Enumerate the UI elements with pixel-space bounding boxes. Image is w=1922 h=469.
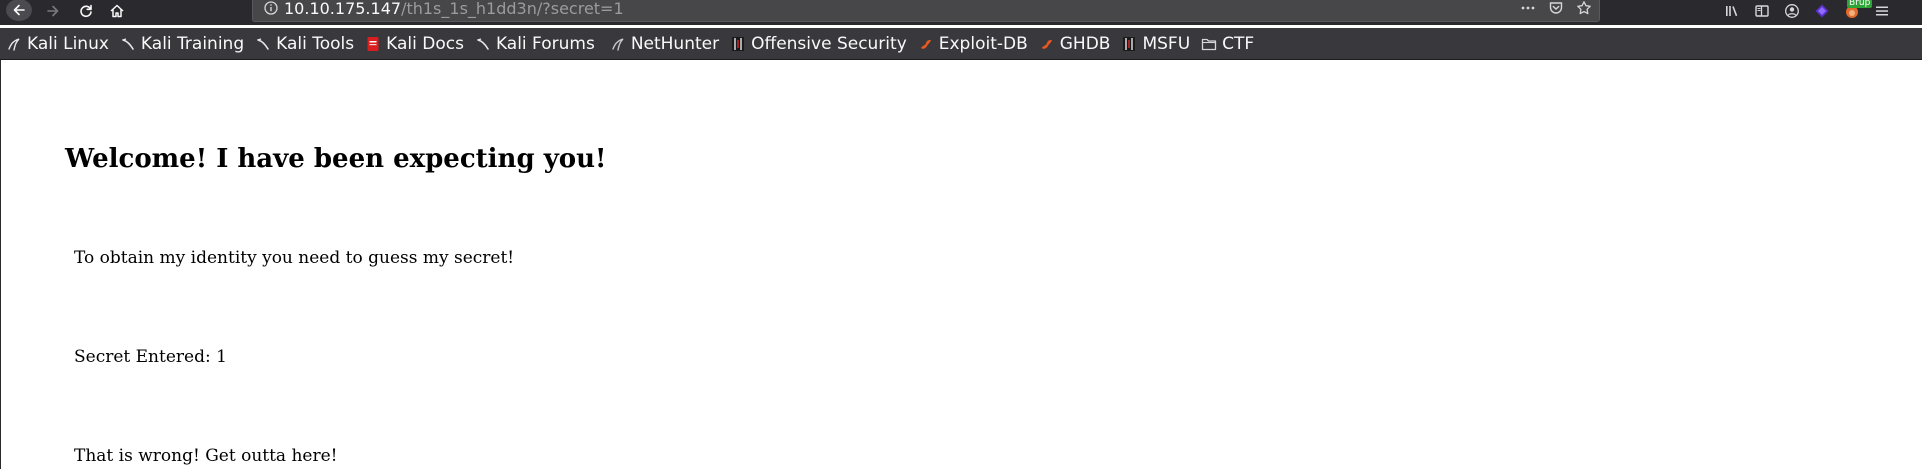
offsec-icon	[730, 36, 746, 52]
bookmark-kali-training[interactable]: Kali Training	[114, 29, 248, 59]
kali-docs-icon	[365, 36, 381, 52]
browser-toolbar: 10.10.175.147/th1s_1s_h1dd3n/?secret=1 B…	[0, 0, 1922, 25]
page-content: Welcome! I have been expecting you! To o…	[0, 60, 1922, 469]
bookmark-label: GHDB	[1059, 33, 1111, 54]
forward-button[interactable]	[40, 0, 66, 22]
library-icon[interactable]	[1722, 1, 1742, 21]
back-button[interactable]	[6, 0, 32, 21]
result-message: That is wrong! Get outta here!	[74, 446, 338, 466]
extension-purple-icon[interactable]	[1812, 1, 1832, 21]
bookmark-nethunter[interactable]: NetHunter	[604, 29, 723, 59]
bookmark-kali-forums[interactable]: Kali Forums	[469, 29, 599, 59]
bookmark-offensive-security[interactable]: Offensive Security	[724, 29, 911, 59]
bookmark-kali-tools[interactable]: Kali Tools	[249, 29, 358, 59]
burp-badge: Brup	[1847, 0, 1873, 8]
foxyproxy-icon[interactable]: Brup	[1842, 0, 1873, 21]
bookmark-exploit-db[interactable]: Exploit-DB	[912, 29, 1032, 59]
bookmark-label: Kali Training	[140, 33, 245, 54]
kali-dragon-icon	[120, 36, 136, 52]
url-actions	[1519, 0, 1593, 17]
bookmark-folder-ctf[interactable]: CTF	[1195, 29, 1258, 59]
bookmark-label: Offensive Security	[751, 33, 907, 54]
bookmark-label: NetHunter	[630, 33, 720, 54]
exploitdb-icon	[1039, 36, 1055, 52]
reload-icon	[80, 4, 92, 18]
offsec-icon	[1121, 36, 1137, 52]
secret-entered-text: Secret Entered: 1	[74, 347, 227, 367]
exploitdb-icon	[918, 36, 934, 52]
bookmarks-toolbar: Kali Linux Kali Training Kali Tools Kali…	[0, 28, 1922, 60]
url-host: 10.10.175.147	[284, 0, 402, 18]
bookmark-label: Kali Linux	[27, 33, 109, 54]
url-text[interactable]: 10.10.175.147/th1s_1s_h1dd3n/?secret=1	[284, 0, 624, 18]
instruction-text: To obtain my identity you need to guess …	[74, 248, 515, 268]
bookmark-kali-linux[interactable]: Kali Linux	[0, 29, 113, 59]
arrow-right-icon	[47, 5, 59, 17]
pocket-icon[interactable]	[1547, 0, 1565, 17]
toolbar-right: Brup	[1722, 0, 1902, 22]
bookmark-msfu[interactable]: MSFU	[1115, 29, 1194, 59]
page-heading: Welcome! I have been expecting you!	[65, 144, 607, 174]
bookmark-label: CTF	[1222, 33, 1255, 54]
sidebar-icon[interactable]	[1752, 1, 1772, 21]
kali-dragon-icon	[6, 36, 22, 52]
url-path: /th1s_1s_h1dd3n/?secret=1	[401, 0, 624, 18]
kali-dragon-icon	[255, 36, 271, 52]
home-button[interactable]	[104, 0, 130, 22]
kali-dragon-icon	[475, 36, 491, 52]
url-bar[interactable]: 10.10.175.147/th1s_1s_h1dd3n/?secret=1	[252, 0, 1600, 22]
bookmark-label: MSFU	[1142, 33, 1191, 54]
bookmark-ghdb[interactable]: GHDB	[1033, 29, 1115, 59]
nethunter-icon	[610, 36, 626, 52]
reload-button[interactable]	[73, 0, 99, 22]
bookmark-label: Kali Docs	[386, 33, 464, 54]
bookmark-label: Kali Tools	[276, 33, 355, 54]
bookmark-label: Kali Forums	[495, 33, 595, 54]
bookmark-star-icon[interactable]	[1575, 0, 1593, 17]
folder-icon	[1201, 36, 1217, 52]
menu-hamburger-icon[interactable]	[1872, 1, 1892, 21]
bookmark-label: Exploit-DB	[938, 33, 1028, 54]
arrow-left-icon	[13, 4, 25, 16]
account-icon[interactable]	[1782, 1, 1802, 21]
home-icon	[110, 4, 124, 18]
page-actions-icon[interactable]	[1519, 0, 1537, 17]
site-info-icon[interactable]	[263, 0, 279, 16]
bookmark-kali-docs[interactable]: Kali Docs	[359, 29, 468, 59]
